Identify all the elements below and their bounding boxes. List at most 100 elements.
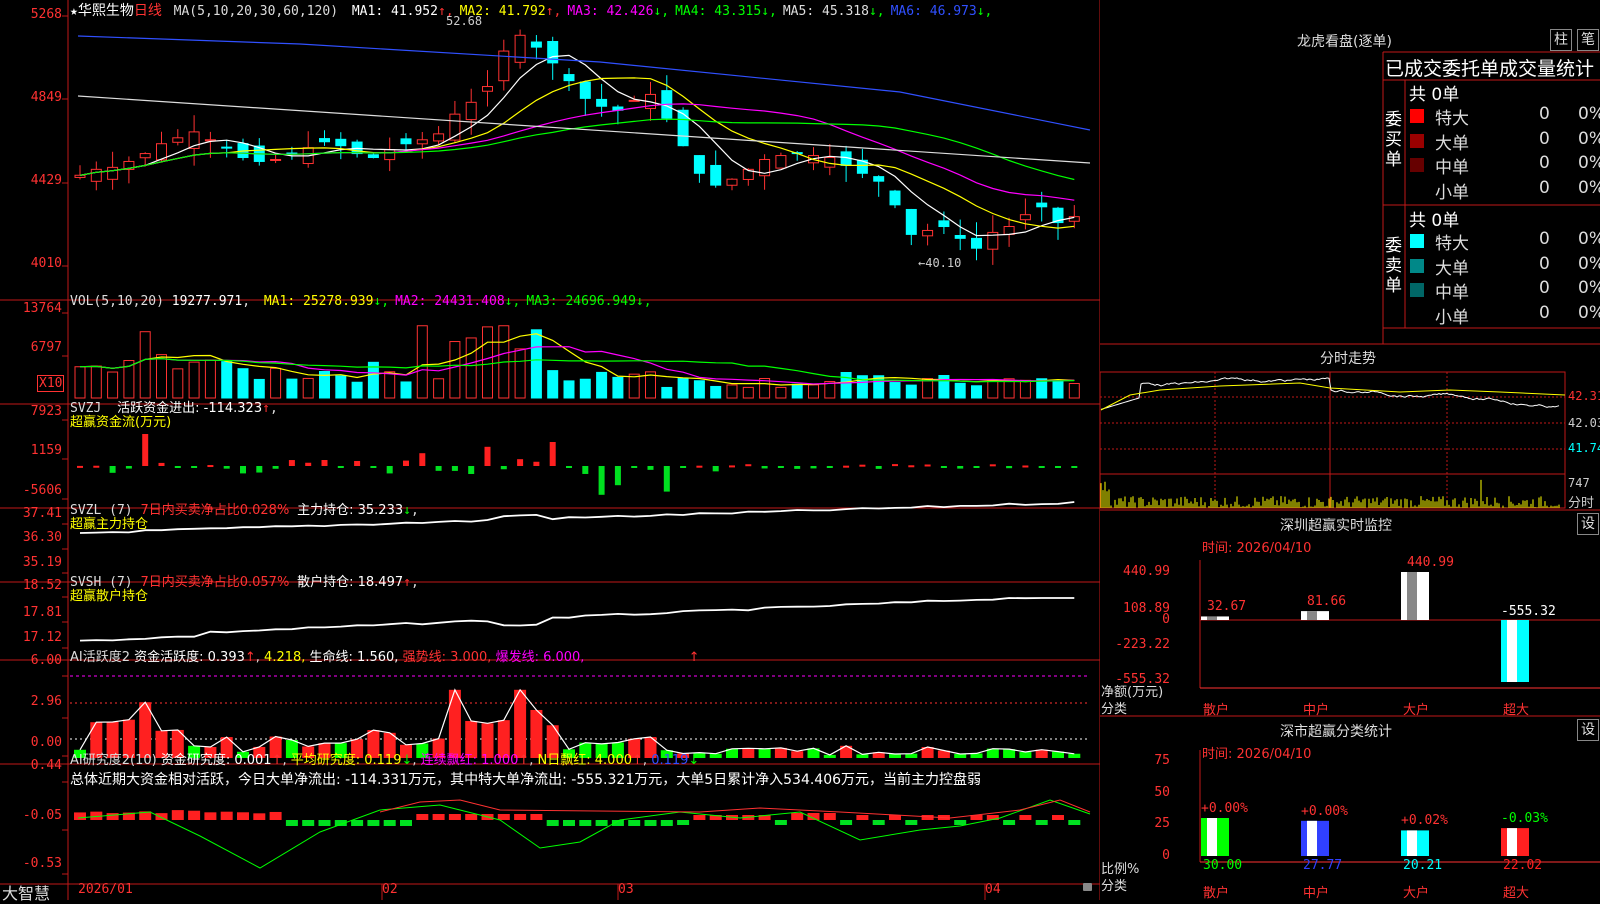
buy-row-value: 0 [1539,177,1550,198]
vol-item-0: MA1: 25278.939↓, [264,294,389,309]
ai-active-bar [1035,749,1048,758]
xaxis-label-2: 03 [618,882,634,897]
star-icon[interactable]: ★ [70,4,78,19]
ai-research-bar [432,814,445,820]
vol-value: 19277.971 [171,294,243,309]
vol-item-2: MA3: 24696.949↓, [526,294,651,309]
ai-research-bar [905,820,918,825]
candle-body [1019,214,1031,221]
vol-ytick-1: 6797 [30,340,62,355]
svzj-bar [468,466,475,474]
ai-active-bar [791,751,804,758]
period-label[interactable]: 日线 [134,3,162,19]
buy-row-pct: 0% [1578,153,1600,173]
volume-bar [351,381,363,399]
tick-mode-button[interactable]: 笔 [1577,29,1599,51]
svzj-bar [647,466,654,470]
volume-bar [579,378,591,399]
volume-bar [596,371,608,399]
sz-class-xtitle: 分类 [1101,879,1128,894]
ai-active-bar [758,748,771,758]
svsh-ytick-2: 17.12 [22,630,62,645]
volume-bar [286,378,298,399]
svzj-bar [386,466,393,474]
volume-bar [710,385,722,399]
sz-class-bar-value: 20.21 [1403,858,1443,873]
ai-research-title: AI研究度2(10) [70,753,157,768]
sz-monitor-bar-value: 81.66 [1307,594,1347,610]
sell-color-swatch [1410,258,1424,273]
ai-active-bar [448,689,461,758]
svzj-bar [451,466,458,471]
svzj-bar [973,466,980,468]
candle-body [1068,216,1080,222]
candle-body [74,174,86,178]
volume-bar [922,378,934,399]
buy-row-name: 小单 [1435,182,1469,203]
svzj-bar [1055,466,1061,468]
bar-mode-button[interactable]: 柱 [1550,29,1572,51]
volume-bar [661,386,673,399]
ma-item-3: MA4: 43.315↓, [675,4,777,19]
volume-bar [1052,379,1064,399]
sz-class-title: 深市超赢分类统计 [1280,724,1392,740]
volume-bar [188,361,200,399]
svzj-bar [288,460,295,466]
stock-name[interactable]: 华熙生物 [78,3,134,19]
sz-class-category: 中户 [1303,886,1330,901]
svsh-sub: 超赢散户持仓 [70,589,149,604]
candle-body [954,234,966,239]
ma-item-2: MA3: 42.426↓, [567,4,669,19]
volume-bar [367,361,379,399]
candle-body [938,220,950,228]
ai-research-bar [840,820,853,825]
sell-row-name: 小单 [1435,307,1469,328]
sz-monitor-settings-button[interactable]: 设 [1577,513,1599,535]
volume-bar [563,380,575,399]
svzj-bar [663,466,670,492]
ai-research-bar [774,820,787,825]
ai-research-bar [448,814,461,820]
svzj-bar [1006,466,1013,469]
sz-monitor-category: 中户 [1303,703,1330,718]
volume-bar [465,337,477,399]
sz-monitor-ytick-0: 440.99 [1123,564,1170,579]
ma-item-label: MA3: 42.426 [567,4,654,19]
kline-header: ★华熙生物日线 MA(5,10,20,30,60,120) MA1: 41.95… [70,0,992,20]
intraday-vol-label: 747 [1568,476,1590,490]
sell-row-0: 特大 0 0% [1408,229,1600,254]
buy-row-0: 特大 0 0% [1408,104,1600,129]
ai-research-bar [1003,820,1016,825]
candle-body [775,155,787,169]
ai-research-ytick-1: -0.05 [22,808,62,823]
svsh-ytick-0: 18.52 [22,578,62,593]
volume-bar [742,386,754,399]
volume-bars [74,325,1080,399]
svzj-bar [484,446,491,466]
svzj-ytick-2: -5606 [22,483,62,498]
vol-item-arrow: ↓, [635,294,652,309]
candle-body [922,229,934,237]
svzj-bar [794,466,801,469]
ai-research-bar [155,813,168,820]
sz-class-bar-shade [1207,818,1217,856]
ai-research-v4: N日飘红: 4.000 [537,753,633,768]
sz-class-settings-button[interactable]: 设 [1577,719,1599,741]
volume-bar [107,371,119,399]
sell-color-swatch [1410,283,1424,297]
candle-body [514,34,526,63]
volume-bar [335,375,347,399]
svzj-bar [1022,465,1029,468]
svzj-bar [826,466,833,468]
volume-bar [677,377,689,399]
buy-color-swatch [1410,158,1424,172]
ai-research-bar [220,811,233,820]
sz-monitor-ytick-3: -223.22 [1115,637,1170,652]
vol-unit-badge[interactable]: X10 [37,375,65,392]
longhu-title: 龙虎看盘(逐单) [1297,34,1392,50]
lock-icon[interactable] [1083,883,1092,891]
intraday-price-line [1100,377,1560,410]
volume-bar [1019,379,1031,399]
svzj-bar [696,465,703,468]
svzj-bar [1071,466,1078,468]
